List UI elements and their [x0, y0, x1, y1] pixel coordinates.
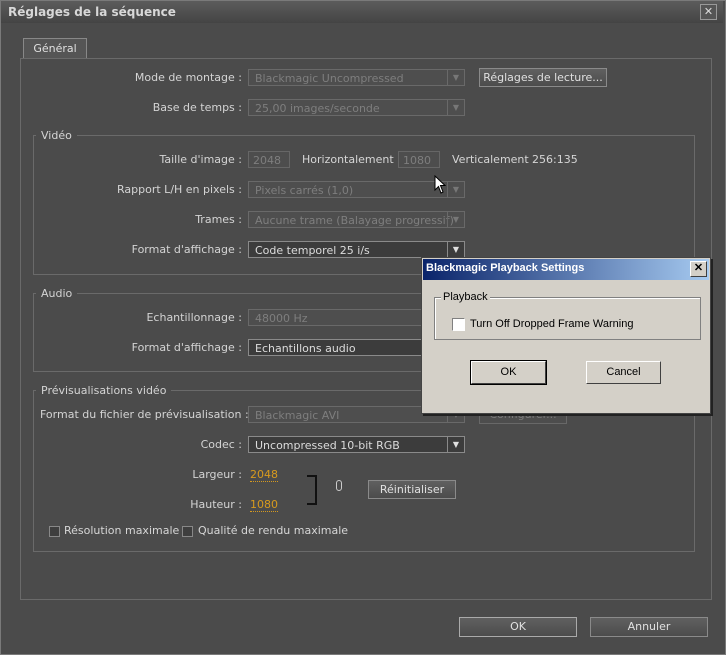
audio-display-format-value: Echantillons audio: [255, 342, 356, 355]
fields-label: Trames :: [195, 213, 242, 226]
dialog-cancel-button[interactable]: Cancel: [586, 361, 661, 384]
chevron-down-icon: ▼: [447, 437, 464, 452]
blackmagic-playback-dialog: Blackmagic Playback Settings ✕ Playback …: [421, 257, 711, 414]
horizontal-label: Horizontalement: [302, 153, 394, 166]
frame-height-field: 1080: [398, 151, 440, 168]
mouse-cursor-icon: [434, 175, 446, 194]
link-bracket: [307, 475, 317, 505]
max-resolution-checkbox[interactable]: [49, 526, 60, 537]
mode-select: Blackmagic Uncompressed ▼: [248, 69, 465, 86]
video-display-format-label: Format d'affichage :: [131, 243, 242, 256]
max-resolution-label: Résolution maximale: [64, 524, 180, 537]
ok-button[interactable]: OK: [459, 617, 577, 637]
frame-size-label: Taille d'image :: [159, 153, 242, 166]
playback-group-title: Playback: [441, 291, 490, 303]
video-display-format-value: Code temporel 25 i/s: [255, 244, 370, 257]
frame-width-field: 2048: [248, 151, 290, 168]
dialog-close-icon[interactable]: ✕: [690, 261, 707, 277]
preview-height-label: Hauteur :: [190, 498, 242, 511]
mode-label: Mode de montage :: [134, 71, 242, 84]
chevron-down-icon: ▼: [447, 242, 464, 257]
window-close-icon[interactable]: ✕: [700, 4, 717, 20]
dialog-ok-button[interactable]: OK: [470, 360, 547, 385]
aspect-ratio-value: 256:135: [532, 153, 578, 166]
codec-select[interactable]: Uncompressed 10-bit RGB ▼: [248, 436, 465, 453]
max-quality-checkbox[interactable]: [182, 526, 193, 537]
link-icon[interactable]: [336, 480, 342, 491]
dialog-title: Blackmagic Playback Settings: [426, 262, 585, 274]
codec-label: Codec :: [200, 438, 242, 451]
codec-value: Uncompressed 10-bit RGB: [255, 439, 400, 452]
dropped-frame-warning-checkbox[interactable]: [452, 318, 465, 331]
timebase-label: Base de temps :: [152, 101, 242, 114]
chevron-down-icon: ▼: [447, 212, 464, 227]
pixel-aspect-label: Rapport L/H en pixels :: [117, 183, 242, 196]
audio-group-title: Audio: [36, 287, 78, 300]
pixel-aspect-value: Pixels carrés (1,0): [255, 184, 354, 197]
preview-file-format-value: Blackmagic AVI: [255, 409, 340, 422]
timebase-value: 25,00 images/seconde: [255, 102, 380, 115]
preview-height-value[interactable]: 1080: [250, 498, 278, 512]
chevron-down-icon: ▼: [447, 182, 464, 197]
preview-file-format-label: Format du fichier de prévisualisation :: [40, 408, 249, 421]
preview-width-value[interactable]: 2048: [250, 468, 278, 482]
vertical-label: Verticalement: [452, 153, 529, 166]
window-title: Réglages de la séquence: [8, 5, 176, 19]
dropped-frame-warning-label: Turn Off Dropped Frame Warning: [470, 318, 634, 330]
reset-button[interactable]: Réinitialiser: [368, 480, 456, 499]
chevron-down-icon: ▼: [447, 70, 464, 85]
timebase-select: 25,00 images/seconde ▼: [248, 99, 465, 116]
preview-width-label: Largeur :: [192, 468, 242, 481]
playback-settings-button[interactable]: Réglages de lecture...: [479, 68, 607, 87]
preview-group-title: Prévisualisations vidéo: [36, 384, 172, 397]
cancel-button[interactable]: Annuler: [590, 617, 708, 637]
tab-general[interactable]: Général: [23, 38, 87, 59]
fields-select: Aucune trame (Balayage progressif) ▼: [248, 211, 465, 228]
mode-value: Blackmagic Uncompressed: [255, 72, 404, 85]
sample-rate-label: Echantillonnage :: [146, 311, 242, 324]
audio-display-format-label: Format d'affichage :: [131, 341, 242, 354]
pixel-aspect-select: Pixels carrés (1,0) ▼: [248, 181, 465, 198]
fields-value: Aucune trame (Balayage progressif): [255, 214, 454, 227]
max-quality-label: Qualité de rendu maximale: [198, 524, 349, 537]
chevron-down-icon: ▼: [447, 100, 464, 115]
video-group-title: Vidéo: [36, 129, 77, 142]
sample-rate-value: 48000 Hz: [255, 312, 308, 325]
video-display-format-select[interactable]: Code temporel 25 i/s ▼: [248, 241, 465, 258]
